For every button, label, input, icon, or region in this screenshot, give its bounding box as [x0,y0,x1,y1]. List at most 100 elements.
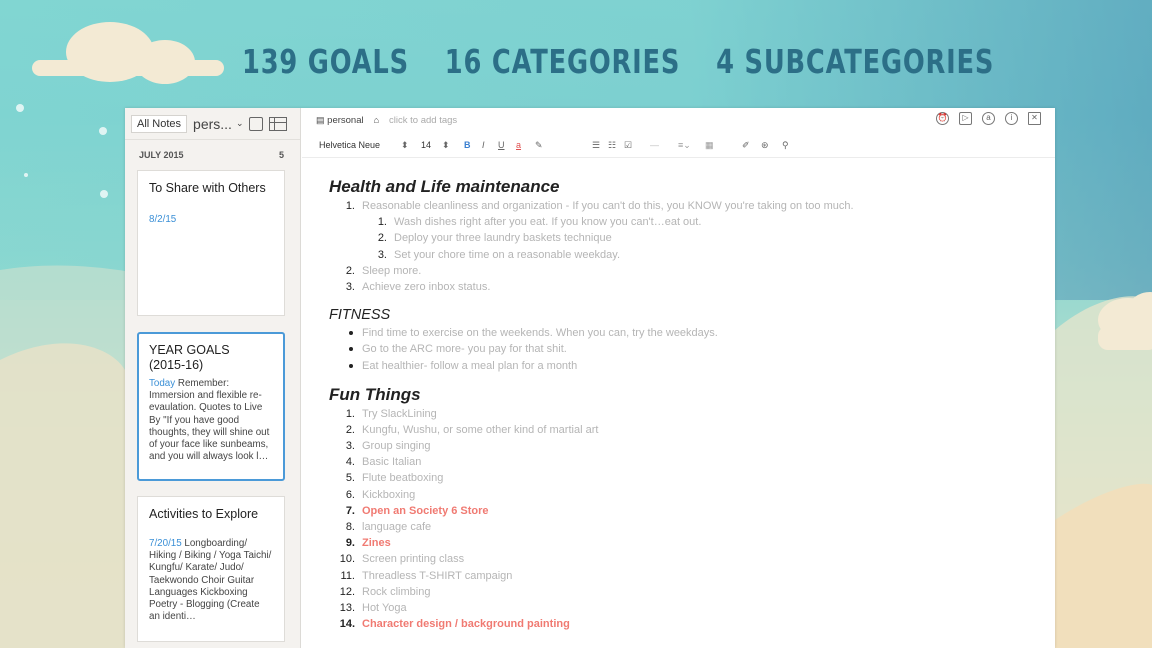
notebook-icon: ▤ [316,114,325,125]
note-card[interactable]: Activities to Explore 7/20/15 Longboardi… [137,496,285,642]
highlight-icon[interactable]: ✎ [535,140,543,151]
list-number: 9. [345,537,355,550]
font-name-select[interactable]: Helvetica Neue [319,140,380,150]
note-card-body: 7/20/15 Longboarding/ Hiking / Biking / … [149,538,273,623]
font-size-select[interactable]: 14 [421,140,431,150]
fitness-list: Find time to exercise on the weekends. W… [329,325,1055,374]
pen-icon[interactable]: ✐ [742,140,750,151]
text-color-icon[interactable]: a [516,140,521,150]
list-text: Achieve zero inbox status. [362,280,491,293]
list-number: 13. [339,601,355,614]
list-number: 11. [340,569,355,582]
bullet-item: Eat healthier- follow a meal plan for a … [329,358,1055,374]
list-number: 7. [345,504,355,517]
list-number: 6. [345,488,355,501]
headline: 139 GOALS 16 CATEGORIES 4 SUBCATEGORIES [242,42,994,86]
note-card-title: Activities to Explore [149,507,259,521]
note-card-selected[interactable]: YEAR GOALS (2015-16) Today Remember: Imm… [137,332,285,481]
list-item: 7. Open an Society 6 Store [329,503,1055,519]
note-content[interactable]: Health and Life maintenance 1. Reasonable… [302,158,1055,632]
list-text: Kungfu, Wushu, or some other kind of mar… [362,423,599,436]
list-item: 6. Kickboxing [329,487,1055,503]
bullet-icon [349,331,353,336]
table-icon[interactable]: ▦ [705,140,714,151]
list-text: Open an Society 6 Store [362,504,489,517]
note-card-title: To Share with Others [149,181,266,195]
view-layout-icon[interactable] [269,116,288,131]
list-item: 11. Threadless T-SHIRT campaign [329,568,1055,584]
list-text: Wash dishes right after you eat. If you … [394,216,702,229]
share-icon[interactable] [249,116,264,131]
notebook-selector[interactable]: pers... ⌄ [193,116,243,132]
italic-icon[interactable]: I [482,140,485,150]
headline-categories: 16 CATEGORIES [444,42,681,81]
tag-icon: ⌂ [373,115,380,125]
align-icon[interactable]: ≡⌄ [678,140,691,151]
list-number: 5. [345,472,355,485]
note-editor: ▤ personal ⌂ click to add tags ⏰ ▷ a i ✕… [302,108,1055,648]
list-item: 14. Character design / background paintin… [329,616,1055,632]
list-item: 2. Kungfu, Wushu, or some other kind of m… [329,422,1055,438]
attachment-icon[interactable]: ⚲ [782,140,789,151]
bold-icon[interactable]: B [464,140,471,150]
list-text: Rock climbing [362,585,431,598]
underline-icon[interactable]: U [498,140,505,150]
list-number: 14. [339,618,355,631]
list-item: 2. Sleep more. [329,263,1055,279]
list-number: 1. [377,216,387,229]
list-number: 2. [377,232,387,245]
encrypt-icon[interactable]: ⊛ [761,140,769,151]
share-note-icon[interactable]: a [982,112,995,125]
list-text: Flute beatboxing [362,472,444,485]
presentation-icon[interactable]: ▷ [959,112,972,125]
reminder-icon[interactable]: ⏰ [936,112,949,125]
checkbox-icon[interactable]: ☑ [624,140,632,151]
list-number: 3. [377,248,387,261]
list-item: 8. language cafe [329,519,1055,535]
month-label: JULY 2015 [139,150,184,160]
list-text: Character design / background painting [362,618,570,631]
trash-icon[interactable]: ✕ [1028,112,1041,125]
section-heading-fun: Fun Things [329,384,421,404]
list-text: Screen printing class [362,553,465,566]
list-item: 3. Achieve zero inbox status. [329,279,1055,295]
list-text: Deploy your three laundry baskets techni… [394,232,612,245]
numbered-list-icon[interactable]: ☷ [608,140,616,151]
note-list-toolbar: All Notes pers... ⌄ [125,108,300,140]
list-item: 1. Try SlackLining [329,406,1055,422]
bullet-icon [349,363,353,368]
note-card-body: 8/2/15 [149,214,273,226]
note-card[interactable]: To Share with Others 8/2/15 [137,170,285,316]
list-number: 1. [345,407,355,420]
month-header: JULY 2015 5 [125,140,300,168]
bullet-icon [349,347,353,352]
list-text: Sleep more. [362,264,422,277]
all-notes-button[interactable]: All Notes [131,114,188,133]
note-card-date: 7/20/15 [149,538,182,549]
list-item: 3. Group singing [329,438,1055,454]
list-text: Find time to exercise on the weekends. W… [362,327,718,340]
chevron-down-icon: ⌄ [235,118,244,128]
notebook-tag[interactable]: ▤ personal [316,115,364,126]
evernote-window: All Notes pers... ⌄ JULY 2015 5 To Share… [125,108,1055,648]
size-stepper-icon[interactable]: ⬍ [442,140,450,151]
headline-subcategories: 4 SUBCATEGORIES [716,42,995,81]
note-count: 5 [278,150,284,160]
info-icon[interactable]: i [1005,112,1018,125]
tag-bar: ▤ personal ⌂ click to add tags ⏰ ▷ a i ✕ [302,108,1055,132]
bullet-list-icon[interactable]: ☰ [592,140,600,151]
list-number: 1. [345,200,355,212]
note-card-date: 8/2/15 [149,214,177,225]
list-number: 3. [345,280,355,293]
format-toolbar: Helvetica Neue ⬍ 14 ⬍ B I U a ✎ ☰ ☷ ☑ — … [302,132,1055,158]
list-number: 10. [339,553,355,566]
bullet-item: Find time to exercise on the weekends. W… [329,325,1055,341]
note-card-body: Today Remember: Immersion and flexible r… [149,378,273,463]
list-number: 2. [345,264,355,277]
divider-icon[interactable]: — [650,140,659,150]
list-item: 3. Set your chore time on a reasonable we… [329,247,1055,263]
note-card-title: YEAR GOALS (2015-16) [149,343,230,372]
note-card-snippet: Longboarding/ Hiking / Biking / Yoga Tai… [149,538,272,623]
font-stepper-icon[interactable]: ⬍ [401,140,409,151]
add-tags-field[interactable]: click to add tags [389,115,457,126]
